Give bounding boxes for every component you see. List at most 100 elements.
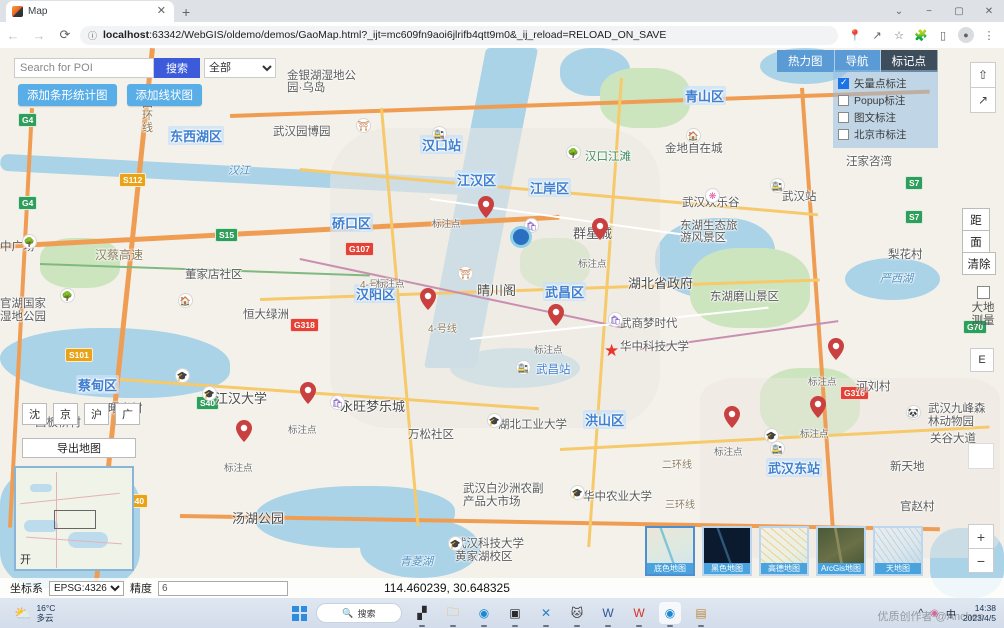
tray-chevron-icon[interactable]: ^ <box>918 608 923 619</box>
taskbar-app-webstorm[interactable]: ▣ <box>504 602 526 624</box>
map-poi-label: 武汉东站 <box>766 458 823 477</box>
overview-minimap[interactable]: 开 <box>14 466 134 571</box>
taskbar-app-wps[interactable]: W <box>628 602 650 624</box>
overview-boundary <box>20 492 120 505</box>
new-tab-button[interactable]: + <box>182 4 190 22</box>
checkbox-row-beijing-marker[interactable]: 北京市标注 <box>838 127 933 142</box>
overview-extent-box[interactable] <box>54 510 96 529</box>
start-button-icon[interactable] <box>292 605 307 621</box>
map-marker-pin[interactable] <box>420 288 436 310</box>
checkbox-row-vector-marker[interactable]: 矢量点标注 <box>838 76 933 91</box>
building-icon: 🏠 <box>686 128 701 143</box>
map-poi-label: 董家店社区 <box>185 269 243 281</box>
map-marker-pin[interactable] <box>724 406 740 428</box>
map-marker-pin[interactable] <box>592 218 608 240</box>
checkbox-beijing-marker[interactable] <box>838 129 849 140</box>
map-marker-pin[interactable] <box>810 396 826 418</box>
measure-area-button[interactable]: 面 <box>962 230 990 253</box>
checkbox-vector-marker[interactable] <box>838 77 849 89</box>
tab-navigation[interactable]: 导航 <box>834 50 881 72</box>
taskbar-app-vscode[interactable]: ✕ <box>535 602 557 624</box>
map-marker-pin[interactable] <box>300 382 316 404</box>
fullscreen-expand-icon[interactable]: ↗ <box>970 87 996 113</box>
tab-search-chevron-icon[interactable]: ⌄ <box>884 6 914 17</box>
city-button-shenyang[interactable]: 沈 <box>22 403 47 425</box>
taskbar-clock[interactable]: 14:38 2023/4/5 <box>963 603 996 623</box>
taskbar-app-explorer[interactable]: 🗀 <box>442 602 464 624</box>
taskbar-search-box[interactable]: 🔍 搜索 <box>316 603 402 623</box>
basemap-thumb-gaode[interactable]: 高德地图 <box>759 526 809 576</box>
layer-square-button[interactable] <box>968 443 994 469</box>
checkbox-popup-marker[interactable] <box>838 95 849 106</box>
tab-markers[interactable]: 标记点 <box>880 50 938 72</box>
taskbar-app-notepad[interactable]: ▤ <box>690 602 712 624</box>
add-line-chart-button[interactable]: 添加线状图 <box>126 84 202 106</box>
map-poi-label: 永旺梦乐城 <box>340 399 406 414</box>
checkbox-geodesic[interactable] <box>977 286 990 299</box>
north-arrow-icon[interactable]: ⇧ <box>970 62 996 88</box>
close-icon[interactable]: ✕ <box>155 6 168 17</box>
taskbar-app-word[interactable]: W <box>597 602 619 624</box>
taskbar-app-taskview[interactable]: ▞ <box>411 602 433 624</box>
search-filter-select[interactable]: 全部 <box>204 58 276 78</box>
split-screen-icon[interactable]: ▯ <box>932 29 954 42</box>
chrome-menu-icon[interactable]: ⋮ <box>978 29 1000 42</box>
address-bar[interactable]: ⓘ localhost:63342/WebGIS/oldemo/demos/Ga… <box>80 25 838 45</box>
city-button-guangzhou[interactable]: 广 <box>115 403 140 425</box>
site-info-icon[interactable]: ⓘ <box>88 29 97 42</box>
checkbox-row-popup-marker[interactable]: Popup标注 <box>838 93 933 108</box>
checkbox-image-text-marker[interactable] <box>838 112 849 123</box>
precision-input[interactable] <box>158 580 288 596</box>
minimize-button[interactable]: − <box>914 6 944 17</box>
bookmark-star-icon[interactable]: ☆ <box>888 29 910 42</box>
browser-tab-map[interactable]: Map ✕ <box>6 1 174 22</box>
reload-icon[interactable]: ⟳ <box>52 27 78 43</box>
measure-distance-button[interactable]: 距 <box>962 208 990 231</box>
taskbar-app-chrome[interactable]: ◉ <box>659 602 681 624</box>
zoom-out-button[interactable]: − <box>968 548 994 573</box>
export-map-button[interactable]: 导出地图 <box>22 438 136 458</box>
measure-clear-button[interactable]: 清除 <box>962 252 996 275</box>
tray-app-icon[interactable]: ◉ <box>930 608 939 619</box>
basemap-thumb-dark[interactable]: 黑色地图 <box>702 526 752 576</box>
search-input[interactable] <box>14 58 154 78</box>
checkbox-row-image-text-marker[interactable]: 图文标注 <box>838 110 933 125</box>
map-marker-pin[interactable] <box>478 196 494 218</box>
e-tool-button[interactable]: E <box>970 348 994 372</box>
map-marker-pin[interactable] <box>236 420 252 442</box>
basemap-thumb-base[interactable]: 底色地图 <box>645 526 695 576</box>
city-button-shanghai[interactable]: 沪 <box>84 403 109 425</box>
basemap-thumb-tianditu[interactable]: 天地图 <box>873 526 923 576</box>
university-icon: 🎓 <box>202 386 217 401</box>
city-center-icon <box>510 226 532 248</box>
shield-s7-upper: S7 <box>905 176 924 190</box>
back-icon[interactable]: ← <box>0 28 26 43</box>
map-district-label: 江岸区 <box>528 178 572 197</box>
close-window-button[interactable]: ✕ <box>974 6 1004 17</box>
map-marker-pin[interactable] <box>828 338 844 360</box>
extensions-icon[interactable]: 🧩 <box>910 29 932 42</box>
profile-avatar[interactable]: ● <box>958 27 974 43</box>
geodesic-label: 大地测量 <box>971 302 995 327</box>
taskbar-app-edge[interactable]: ◉ <box>473 602 495 624</box>
overview-toggle[interactable]: 开 <box>20 551 31 567</box>
amusement-icon: ❋ <box>705 188 720 203</box>
city-button-beijing[interactable]: 京 <box>53 403 78 425</box>
add-bar-chart-button[interactable]: 添加条形统计图 <box>18 84 117 106</box>
basemap-thumb-arcgis[interactable]: ArcGis地图 <box>816 526 866 576</box>
map-tool-tabs: 热力图 导航 标记点 <box>777 50 938 72</box>
zoom-in-button[interactable]: + <box>968 524 994 549</box>
location-pin-icon[interactable]: 📍 <box>844 29 866 42</box>
map-poi-label: 江汉大学 <box>215 391 268 406</box>
forward-icon[interactable]: → <box>26 28 52 43</box>
share-icon[interactable]: ↗ <box>866 29 888 42</box>
maximize-button[interactable]: ▢ <box>944 6 974 17</box>
map-viewport[interactable]: G4 G4 S112 S15 S101 S40 S40 G107 G318 G3… <box>0 48 1004 598</box>
tray-ime-icon[interactable]: 中 <box>946 606 956 621</box>
taskbar-app-navicat[interactable]: 🐱 <box>566 602 588 624</box>
map-marker-pin[interactable] <box>548 304 564 326</box>
crs-select[interactable]: EPSG:4326 <box>49 580 124 596</box>
taskbar-weather-widget[interactable]: ⛅ 16°C 多云 <box>0 603 55 623</box>
tab-heatmap[interactable]: 热力图 <box>777 50 835 72</box>
search-button[interactable]: 搜索 <box>154 58 200 78</box>
